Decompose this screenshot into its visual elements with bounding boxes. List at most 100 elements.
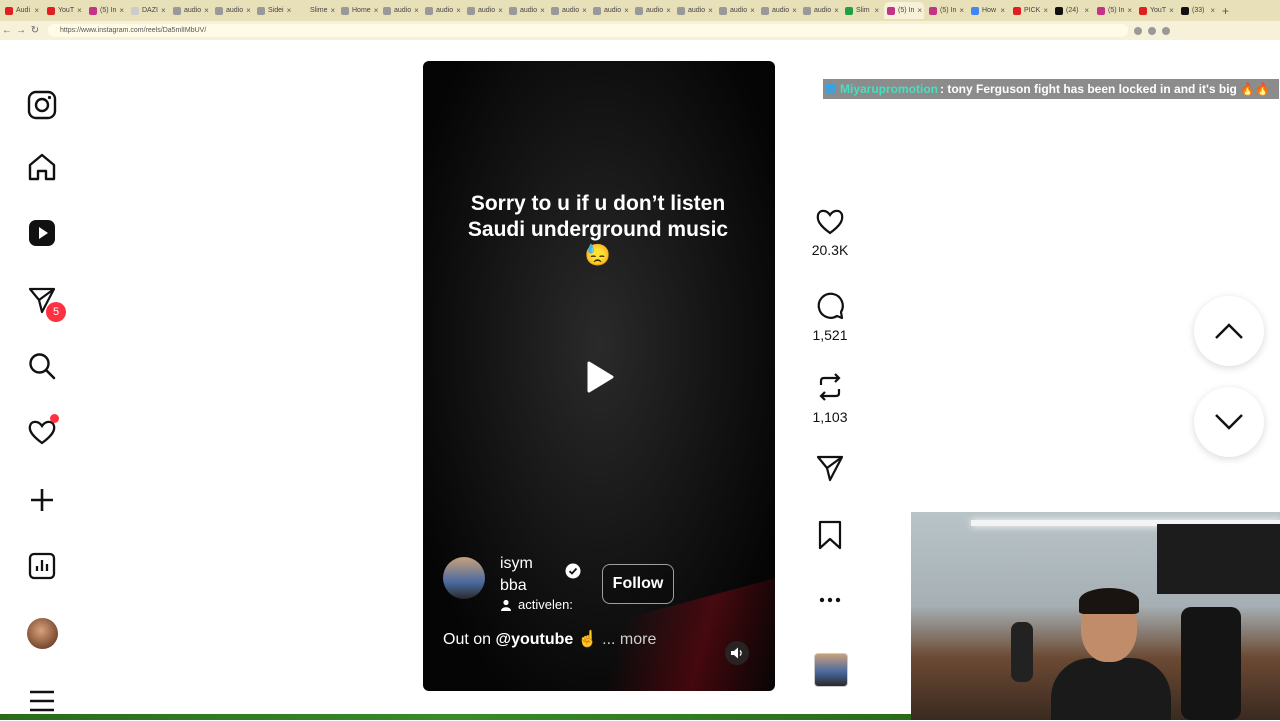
browser-tab[interactable]: audio ×	[632, 2, 672, 19]
notifications-icon[interactable]	[22, 412, 62, 452]
follow-button[interactable]: Follow	[602, 564, 674, 604]
more-options-icon[interactable]	[805, 590, 855, 615]
browser-tab[interactable]: Audi ×	[2, 2, 42, 19]
url-input[interactable]: https://www.instagram.com/reels/Da5mlIMb…	[48, 24, 1128, 37]
browser-tab[interactable]: DAZI ×	[128, 2, 168, 19]
tab-close-icon[interactable]: ×	[119, 6, 124, 15]
reel-description[interactable]: Out on @youtube ☝ ... more	[443, 629, 656, 649]
tab-close-icon[interactable]: ×	[750, 6, 755, 15]
browser-tab[interactable]: audio ×	[464, 2, 504, 19]
browser-tab[interactable]: audio ×	[212, 2, 252, 19]
reels-icon[interactable]	[22, 213, 62, 253]
tab-close-icon[interactable]: ×	[666, 6, 671, 15]
browser-tab[interactable]: audio ×	[800, 2, 840, 19]
heart-icon[interactable]	[815, 207, 845, 235]
next-reel-button[interactable]	[1194, 387, 1264, 457]
tab-close-icon[interactable]: ×	[1169, 6, 1174, 15]
tab-close-icon[interactable]: ×	[834, 6, 839, 15]
search-icon[interactable]	[22, 346, 62, 386]
tab-close-icon[interactable]: ×	[374, 6, 378, 15]
reel-video[interactable]: Sorry to u if u don’t listen Saudi under…	[423, 61, 775, 691]
tab-close-icon[interactable]: ×	[917, 6, 922, 15]
comment-icon[interactable]	[815, 290, 845, 320]
browser-tab[interactable]: audio ×	[590, 2, 630, 19]
like-action[interactable]: 20.3K	[805, 207, 855, 258]
browser-tab[interactable]: audio ×	[506, 2, 546, 19]
tab-close-icon[interactable]: ×	[1084, 6, 1089, 15]
messages-icon[interactable]: 5	[22, 280, 66, 322]
desc-mention[interactable]: @youtube	[495, 631, 573, 648]
tab-close-icon[interactable]: ×	[792, 6, 797, 15]
create-icon[interactable]	[22, 480, 62, 520]
author-avatar[interactable]	[443, 557, 485, 599]
tab-close-icon[interactable]: ×	[77, 6, 82, 15]
tab-close-icon[interactable]: ×	[246, 6, 251, 15]
new-tab-button[interactable]: +	[1222, 4, 1229, 18]
play-icon[interactable]	[586, 361, 614, 398]
instagram-logo-icon[interactable]	[22, 85, 62, 125]
repost-icon[interactable]	[815, 372, 845, 402]
browser-tab[interactable]: Sidei ×	[254, 2, 294, 19]
browser-tab[interactable]: Slim ×	[842, 2, 882, 19]
repost-action[interactable]: 1,103	[805, 372, 855, 425]
tab-close-icon[interactable]: ×	[1127, 6, 1132, 15]
dashboard-icon[interactable]	[22, 546, 62, 586]
browser-tab[interactable]: (5) In ×	[884, 2, 924, 19]
browser-tab[interactable]: PICK ×	[1010, 2, 1050, 19]
comment-action[interactable]: 1,521	[805, 290, 855, 343]
browser-tab[interactable]: audio ×	[548, 2, 588, 19]
tab-close-icon[interactable]: ×	[1000, 6, 1005, 15]
browser-tab[interactable]: Slime ×	[296, 2, 336, 19]
tab-close-icon[interactable]: ×	[287, 6, 292, 15]
tab-close-icon[interactable]: ×	[204, 6, 209, 15]
audio-thumbnail[interactable]	[814, 653, 848, 687]
browser-tab[interactable]: audio ×	[716, 2, 756, 19]
reload-icon[interactable]: ↻	[28, 25, 42, 36]
tab-close-icon[interactable]: ×	[624, 6, 629, 15]
forward-icon[interactable]: →	[14, 25, 28, 36]
previous-reel-button[interactable]	[1194, 296, 1264, 366]
more-link[interactable]: ... more	[602, 631, 656, 648]
tab-close-icon[interactable]: ×	[1210, 6, 1215, 15]
tab-close-icon[interactable]: ×	[331, 6, 336, 15]
mute-button[interactable]	[725, 641, 749, 665]
tab-close-icon[interactable]: ×	[582, 6, 587, 15]
tab-close-icon[interactable]: ×	[456, 6, 461, 15]
browser-tab[interactable]: YouT ×	[1136, 2, 1176, 19]
browser-tab[interactable]: audio ×	[422, 2, 462, 19]
back-icon[interactable]: ←	[0, 25, 14, 36]
home-icon[interactable]	[22, 147, 62, 187]
author-username[interactable]: isymbba	[500, 553, 540, 597]
tab-close-icon[interactable]: ×	[874, 6, 879, 15]
browser-tab[interactable]: (5) In ×	[926, 2, 966, 19]
tab-close-icon[interactable]: ×	[414, 6, 419, 15]
tab-close-icon[interactable]: ×	[34, 6, 39, 15]
browser-tab[interactable]: audio ×	[170, 2, 210, 19]
audio-attribution[interactable]: activelen:	[500, 597, 582, 612]
browser-tab[interactable]: (5) In ×	[86, 2, 126, 19]
browser-tab[interactable]: audio ×	[674, 2, 714, 19]
tab-close-icon[interactable]: ×	[498, 6, 503, 15]
browser-tab[interactable]: (24) ×	[1052, 2, 1092, 19]
profile-avatar[interactable]	[22, 613, 62, 653]
browser-tab[interactable]: audio ×	[758, 2, 798, 19]
profile-icon[interactable]	[1148, 26, 1156, 35]
save-action[interactable]	[805, 520, 855, 555]
share-icon[interactable]	[815, 453, 845, 483]
browser-tab[interactable]: (5) In ×	[1094, 2, 1134, 19]
share-action[interactable]	[805, 453, 855, 488]
browser-tab[interactable]: (33) ×	[1178, 2, 1218, 19]
tab-close-icon[interactable]: ×	[161, 6, 166, 15]
browser-tab[interactable]: audio ×	[380, 2, 420, 19]
bookmark-icon[interactable]	[817, 520, 843, 550]
tab-close-icon[interactable]: ×	[959, 6, 964, 15]
browser-tab[interactable]: Home ×	[338, 2, 378, 19]
tab-close-icon[interactable]: ×	[540, 6, 545, 15]
extension-icon[interactable]	[1134, 26, 1142, 35]
menu-icon[interactable]	[1162, 26, 1170, 35]
browser-tab[interactable]: How ×	[968, 2, 1008, 19]
tab-close-icon[interactable]: ×	[1043, 6, 1048, 15]
tab-favicon-icon	[1139, 6, 1147, 15]
browser-tab[interactable]: YouT ×	[44, 2, 84, 19]
tab-close-icon[interactable]: ×	[708, 6, 713, 15]
